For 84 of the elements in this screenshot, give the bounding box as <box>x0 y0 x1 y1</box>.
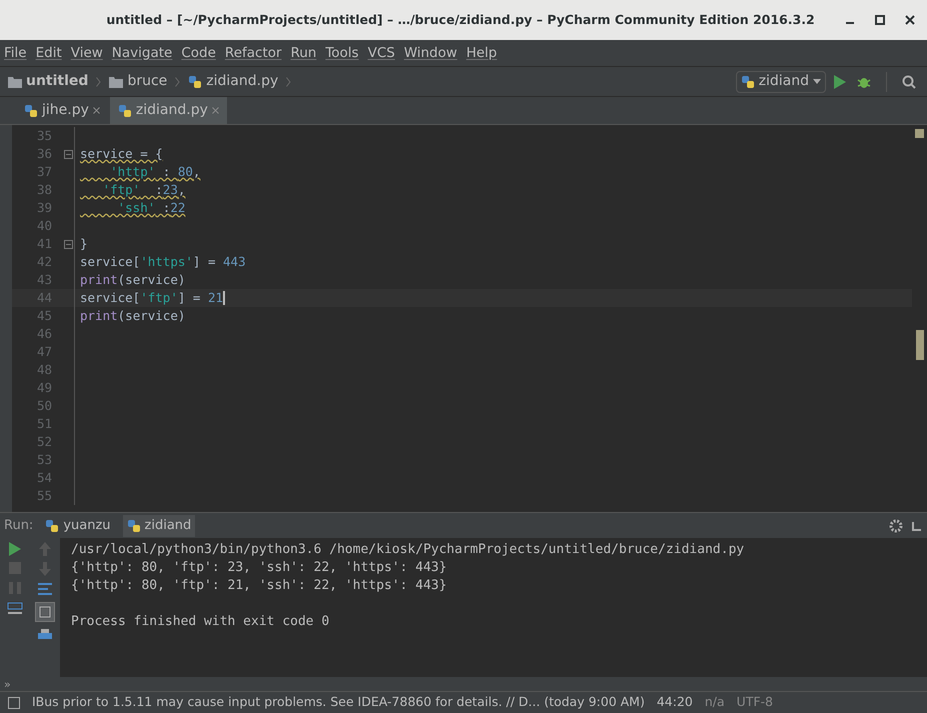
panel-toggle-icon[interactable] <box>8 696 20 708</box>
run-tab[interactable]: zidiand <box>122 514 196 536</box>
menu-item[interactable]: Edit <box>36 42 62 64</box>
play-icon[interactable] <box>9 542 21 556</box>
menu-item[interactable]: Window <box>404 42 458 64</box>
chevron-icon <box>175 76 180 86</box>
scrollbar-thumb[interactable] <box>916 330 924 360</box>
console-line: {'http': 80, 'ftp': 21, 'ssh': 22, 'https': 443} <box>71 577 448 595</box>
menu-item[interactable]: Code <box>181 42 216 64</box>
caret-icon <box>813 78 821 84</box>
menu-item[interactable]: View <box>70 42 103 64</box>
folder-icon <box>8 76 22 88</box>
menu-item[interactable]: Navigate <box>112 42 172 64</box>
breadcrumb[interactable]: zidiand.py <box>206 71 278 92</box>
fold-icon[interactable] <box>64 150 73 158</box>
warning-marker <box>915 129 924 138</box>
close-icon[interactable] <box>904 15 915 25</box>
exit-message: Process finished with exit code 0 <box>71 613 330 631</box>
file-encoding[interactable]: UTF-8 <box>736 693 773 712</box>
code-line: } <box>80 234 88 253</box>
expand-toggle[interactable]: » <box>4 678 11 690</box>
line-number: 41 <box>36 234 52 253</box>
menu-item[interactable]: File <box>4 42 27 64</box>
line-number: 53 <box>36 450 52 469</box>
editor-tab[interactable]: zidiand.py <box>110 97 227 124</box>
line-number: 49 <box>36 378 52 397</box>
wrap-icon[interactable] <box>37 582 53 596</box>
run-config-dropdown[interactable]: zidiand <box>736 70 826 92</box>
python-file-icon <box>118 104 132 118</box>
breadcrumb[interactable]: untitled <box>26 71 88 92</box>
code-line: service['https'] = 443 <box>80 252 246 271</box>
python-file-icon <box>24 104 38 118</box>
breadcrumb[interactable]: bruce <box>127 71 168 92</box>
console-line: {'http': 80, 'ftp': 23, 'ssh': 22, 'https': 443} <box>71 559 448 577</box>
layout-icon[interactable] <box>7 602 23 616</box>
line-number: 40 <box>36 216 52 235</box>
play-icon <box>834 74 846 88</box>
fold-icon[interactable] <box>64 240 73 248</box>
line-number: 54 <box>36 468 52 487</box>
folder-icon <box>109 76 124 88</box>
menu-item[interactable]: VCS <box>368 42 395 64</box>
gear-icon[interactable] <box>889 518 903 532</box>
line-number: 51 <box>36 414 52 433</box>
python-file-icon <box>126 518 141 532</box>
code-line: 'ssh' :22 <box>116 198 186 217</box>
code-line: 'ftp' :23, <box>102 180 186 199</box>
line-number: 52 <box>36 432 52 451</box>
menu-item[interactable]: Refactor <box>224 42 282 64</box>
line-number: 37 <box>36 162 52 181</box>
chevron-icon <box>286 76 292 86</box>
search-icon <box>902 74 916 88</box>
line-number: 39 <box>36 198 52 217</box>
status-message: IBus prior to 1.5.11 may cause input problems. See IDEA-78860 for details. // D... (today 9:00 AM) <box>32 693 645 712</box>
line-number: 48 <box>36 360 52 379</box>
line-separator[interactable]: n/a <box>704 693 725 712</box>
python-file-icon <box>188 74 202 88</box>
code-line: print(service) <box>80 270 186 289</box>
caret-position[interactable]: 44:20 <box>656 693 693 712</box>
line-number: 47 <box>36 342 52 361</box>
line-number: 45 <box>36 306 52 325</box>
maximize-icon[interactable] <box>874 15 885 25</box>
line-number: 35 <box>36 126 52 145</box>
line-number: 55 <box>36 486 52 505</box>
line-number: 43 <box>36 270 52 289</box>
line-number: 46 <box>36 324 52 343</box>
line-number: 50 <box>36 396 52 415</box>
line-number: 42 <box>36 252 52 271</box>
menu-item[interactable]: Tools <box>325 42 359 64</box>
print-icon[interactable] <box>37 628 53 642</box>
console-line: /usr/local/python3/bin/python3.6 /home/kiosk/PycharmProjects/untitled/bruce/zidiand.py <box>71 541 746 559</box>
code-line: service['ftp'] = 21 <box>80 288 226 308</box>
menu-item[interactable]: Run <box>290 42 316 64</box>
code-line: print(service) <box>80 306 186 325</box>
python-file-icon <box>740 74 755 88</box>
run-tab[interactable]: yuanzu <box>41 514 115 536</box>
line-number: 36 <box>36 144 52 163</box>
window-title: untitled – [~/PycharmProjects/untitled] – …/bruce/zidiand.py – PyCharm Community Edition 2016.3.2 <box>106 10 815 29</box>
code-line: 'http' : 80, <box>109 162 200 181</box>
code-line: service = { <box>80 144 163 163</box>
chevron-icon <box>96 76 102 86</box>
menu-item[interactable]: Help <box>466 42 497 64</box>
line-number: 38 <box>36 180 52 199</box>
run-label: Run: <box>4 516 34 535</box>
python-file-icon <box>45 518 60 532</box>
